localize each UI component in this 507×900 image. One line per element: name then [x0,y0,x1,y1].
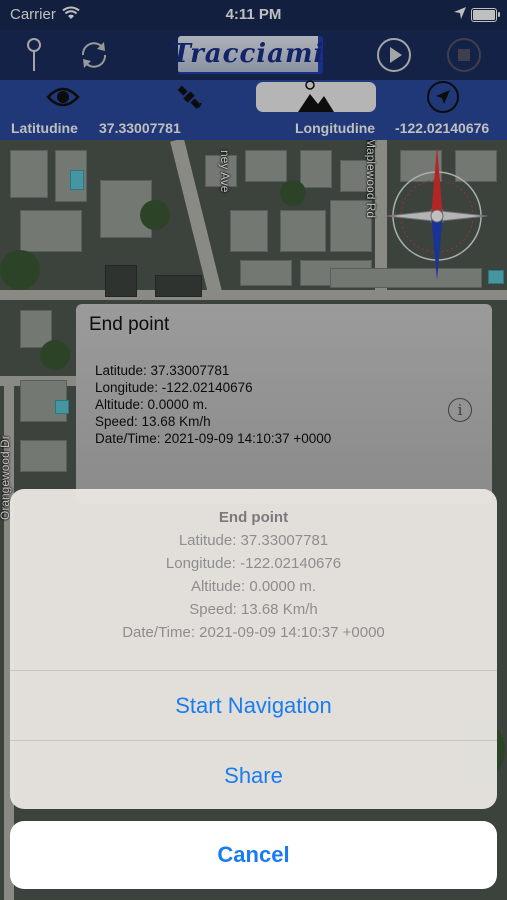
action-sheet-datetime: Date/Time: 2021-09-09 14:10:37 +0000 [122,624,385,641]
start-navigation-button[interactable]: Start Navigation [10,671,497,740]
action-sheet-speed: Speed: 13.68 Km/h [189,601,318,618]
share-button[interactable]: Share [10,741,497,809]
action-sheet-title: End point [218,509,289,526]
action-sheet: End point Latitude: 37.33007781 Longitud… [10,489,497,809]
action-sheet-latitude: Latitude: 37.33007781 [178,532,329,549]
action-sheet-header: End point Latitude: 37.33007781 Longitud… [10,489,497,670]
action-sheet-altitude: Altitude: 0.0000 m. [190,578,317,595]
action-sheet-longitude: Longitude: -122.02140676 [165,555,342,572]
cancel-button[interactable]: Cancel [10,821,497,889]
